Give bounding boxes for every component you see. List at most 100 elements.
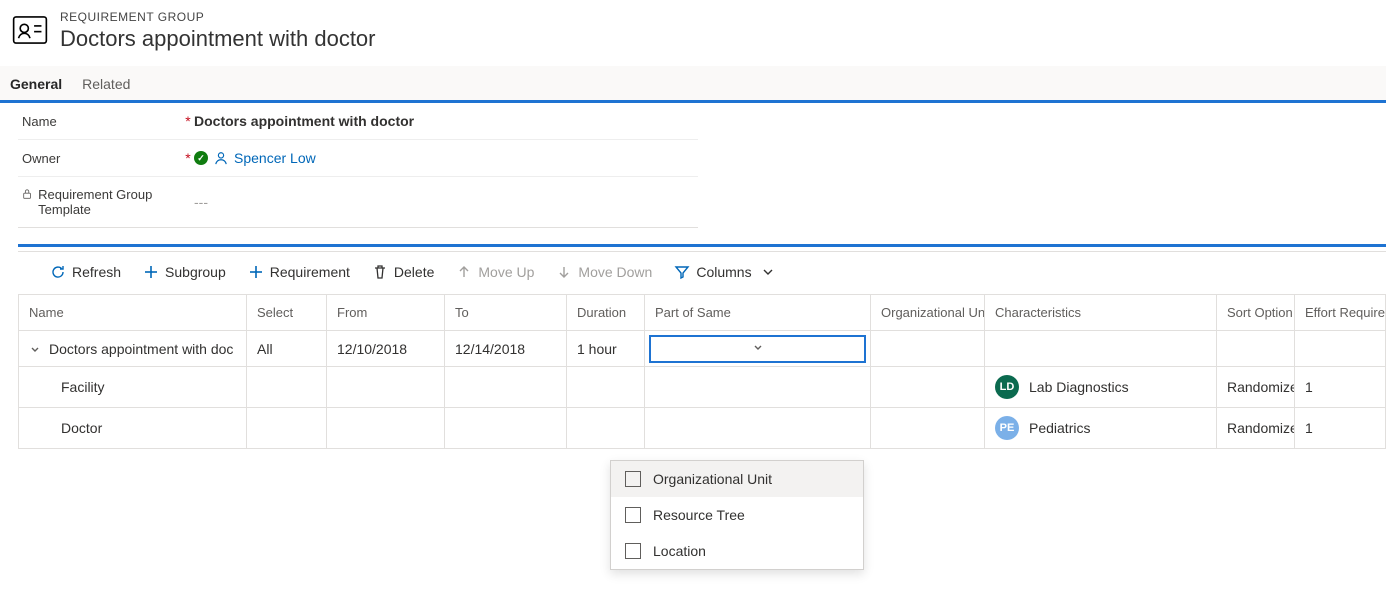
cell-effort[interactable]: 1 [1295,408,1385,448]
cell-duration[interactable]: 1 hour [567,331,645,366]
popup-option-resource-tree[interactable]: Resource Tree [611,497,863,533]
cell-from[interactable] [327,408,445,448]
form-card: Name * Doctors appointment with doctor O… [18,103,698,228]
plus-icon [143,264,159,280]
col-name[interactable]: Name [19,295,247,330]
cell-org[interactable] [871,331,985,366]
field-template-label: Requirement Group Template [22,187,182,217]
owner-link-text[interactable]: Spencer Low [234,150,316,166]
field-template-value: --- [194,194,698,210]
cell-to[interactable] [445,367,567,407]
col-duration[interactable]: Duration [567,295,645,330]
grid-header-row: Name Select From To Duration Part of Sam… [19,295,1385,331]
cell-name[interactable]: Doctor [19,408,247,448]
cell-select[interactable]: All [247,331,327,366]
char-text: Lab Diagnostics [1029,379,1129,395]
char-badge: LD [995,375,1019,399]
field-name-row: Name * Doctors appointment with doctor [18,103,698,140]
grid-row[interactable]: Doctors appointment with doc All 12/10/2… [19,331,1385,367]
entity-type-label: REQUIREMENT GROUP [60,10,376,24]
col-characteristics[interactable]: Characteristics [985,295,1217,330]
field-owner-label: Owner [22,151,182,166]
cell-from[interactable]: 12/10/2018 [327,331,445,366]
checkbox-icon[interactable] [625,543,641,559]
refresh-icon [50,264,66,280]
field-template-row: Requirement Group Template --- [18,177,698,227]
tab-general[interactable]: General [4,66,76,100]
cell-org[interactable] [871,408,985,448]
subgrid-divider [18,244,1386,252]
subgrid-toolbar: Refresh Subgroup Requirement Delete Move… [0,252,1386,292]
popup-option-org-unit[interactable]: Organizational Unit [611,461,863,497]
page-header: REQUIREMENT GROUP Doctors appointment wi… [0,0,1386,66]
field-owner-value[interactable]: ✓ Spencer Low [194,150,698,166]
trash-icon [372,264,388,280]
entity-icon [10,10,50,50]
arrow-up-icon [456,264,472,280]
cell-effort[interactable]: 1 [1295,367,1385,407]
cell-name[interactable]: Facility [19,367,247,407]
cell-char[interactable]: LD Lab Diagnostics [985,367,1217,407]
move-down-button: Move Down [546,260,662,284]
presence-available-icon: ✓ [194,151,208,165]
subgroup-button[interactable]: Subgroup [133,260,236,284]
cell-duration[interactable] [567,408,645,448]
checkbox-icon[interactable] [625,507,641,523]
expand-toggle[interactable]: Doctors appointment with doc [29,341,233,357]
cell-effort[interactable] [1295,331,1385,366]
chevron-down-icon [29,343,41,355]
col-to[interactable]: To [445,295,567,330]
char-badge: PE [995,416,1019,440]
requirements-grid: Name Select From To Duration Part of Sam… [18,294,1386,449]
cell-org[interactable] [871,367,985,407]
col-from[interactable]: From [327,295,445,330]
field-name-label: Name [22,114,182,129]
cell-to[interactable]: 12/14/2018 [445,331,567,366]
grid-row[interactable]: Doctor PE Pediatrics Randomize 1 [19,408,1385,448]
required-indicator: * [182,150,194,166]
col-sort-option[interactable]: Sort Option [1217,295,1295,330]
cell-part-of-same[interactable] [645,331,871,366]
checkbox-icon[interactable] [625,471,641,487]
cell-sort[interactable] [1217,331,1295,366]
popup-option-location[interactable]: Location [611,533,863,569]
cell-part-of-same[interactable] [645,408,871,448]
col-effort[interactable]: Effort Require [1295,295,1385,330]
lock-icon [22,187,32,199]
person-icon [214,151,228,165]
cell-select[interactable] [247,408,327,448]
col-select[interactable]: Select [247,295,327,330]
cell-to[interactable] [445,408,567,448]
cell-char[interactable] [985,331,1217,366]
col-part-of-same[interactable]: Part of Same [645,295,871,330]
form-tabs: General Related [0,66,1386,103]
record-title: Doctors appointment with doctor [60,26,376,52]
cell-select[interactable] [247,367,327,407]
char-text: Pediatrics [1029,420,1090,436]
tab-related[interactable]: Related [76,66,144,100]
part-of-same-dropdown[interactable] [649,335,866,363]
cell-char[interactable]: PE Pediatrics [985,408,1217,448]
move-up-button: Move Up [446,260,544,284]
columns-button[interactable]: Columns [664,260,785,284]
chevron-down-icon [760,264,776,280]
col-org-unit[interactable]: Organizational Unit [871,295,985,330]
required-indicator: * [182,113,194,129]
cell-sort[interactable]: Randomize [1217,367,1295,407]
plus-icon [248,264,264,280]
field-name-value[interactable]: Doctors appointment with doctor [194,113,698,129]
arrow-down-icon [556,264,572,280]
cell-from[interactable] [327,367,445,407]
delete-button[interactable]: Delete [362,260,444,284]
part-of-same-popup: Organizational Unit Resource Tree Locati… [610,460,864,570]
filter-icon [674,264,690,280]
cell-part-of-same[interactable] [645,367,871,407]
cell-name[interactable]: Doctors appointment with doc [19,331,247,366]
chevron-down-icon [752,341,764,357]
cell-sort[interactable]: Randomize [1217,408,1295,448]
field-owner-row: Owner * ✓ Spencer Low [18,140,698,177]
cell-duration[interactable] [567,367,645,407]
requirement-button[interactable]: Requirement [238,260,360,284]
grid-row[interactable]: Facility LD Lab Diagnostics Randomize 1 [19,367,1385,408]
refresh-button[interactable]: Refresh [40,260,131,284]
